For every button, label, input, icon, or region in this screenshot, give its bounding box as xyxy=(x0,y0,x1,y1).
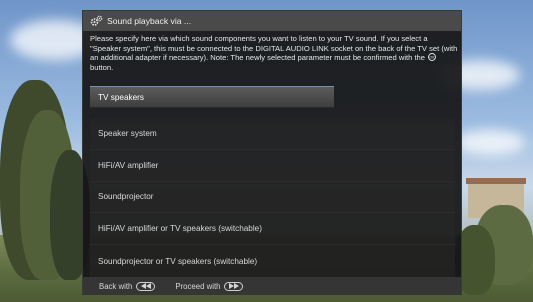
dialog-title: Sound playback via ... xyxy=(107,16,192,26)
dialog-footer: Back with Proceed with xyxy=(83,277,461,295)
option-speaker-system[interactable]: Speaker system xyxy=(90,118,455,150)
option-tv-speakers[interactable]: TV speakers xyxy=(90,86,334,108)
option-label: HiFi/AV amplifier xyxy=(98,160,159,170)
cloud xyxy=(455,130,525,155)
fast-forward-button-icon xyxy=(224,281,244,291)
sound-playback-dialog: Sound playback via ... Please specify he… xyxy=(82,10,462,295)
option-hifi-av-amplifier[interactable]: HiFi/AV amplifier xyxy=(90,149,455,182)
gears-icon xyxy=(90,15,103,27)
option-label: HiFi/AV amplifier or TV speakers (switch… xyxy=(98,224,262,234)
description-text-part: Please specify here via which sound comp… xyxy=(90,34,458,63)
dialog-header: Sound playback via ... xyxy=(83,11,461,31)
option-hifi-av-amplifier-or-tv-speakers[interactable]: HiFi/AV amplifier or TV speakers (switch… xyxy=(90,213,455,246)
rewind-button-icon xyxy=(136,281,156,291)
option-soundprojector[interactable]: Soundprojector xyxy=(90,181,455,214)
ok-button-icon: OK xyxy=(427,53,437,62)
sound-options-list: TV speakers Speaker system HiFi/AV ampli… xyxy=(90,86,455,277)
back-hint[interactable]: Back with xyxy=(99,281,156,291)
option-label: Speaker system xyxy=(98,128,157,138)
svg-text:OK: OK xyxy=(430,56,436,60)
option-soundprojector-or-tv-speakers[interactable]: Soundprojector or TV speakers (switchabl… xyxy=(90,245,455,277)
description-text: Please specify here via which sound comp… xyxy=(90,34,458,72)
option-label: TV speakers xyxy=(98,92,144,102)
option-label: Soundprojector xyxy=(98,192,154,202)
proceed-hint[interactable]: Proceed with xyxy=(175,281,244,291)
description-text-part: button. xyxy=(90,62,114,72)
proceed-label: Proceed with xyxy=(175,281,221,291)
option-label: Soundprojector or TV speakers (switchabl… xyxy=(98,256,258,266)
back-label: Back with xyxy=(99,281,133,291)
